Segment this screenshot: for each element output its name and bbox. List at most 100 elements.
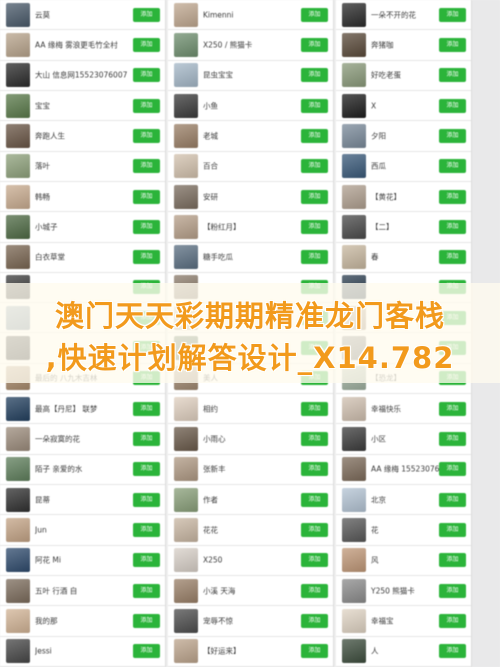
add-button[interactable]: 添加 xyxy=(439,219,466,234)
avatar[interactable] xyxy=(342,487,366,512)
avatar[interactable] xyxy=(342,517,366,542)
avatar[interactable] xyxy=(342,154,366,179)
add-button[interactable]: 添加 xyxy=(301,219,328,234)
avatar[interactable] xyxy=(342,639,366,664)
list-item[interactable]: 一朵不开的花 添加 xyxy=(336,0,471,31)
avatar[interactable] xyxy=(174,639,198,664)
list-item[interactable]: 宠辱不惊 添加 xyxy=(168,606,333,637)
add-button[interactable]: 添加 xyxy=(439,250,466,265)
avatar[interactable] xyxy=(342,214,366,239)
add-button[interactable]: 添加 xyxy=(301,68,328,83)
add-button[interactable]: 添加 xyxy=(133,644,160,659)
list-item[interactable]: 奔跑人生 添加 xyxy=(0,121,165,152)
avatar[interactable] xyxy=(174,427,198,452)
add-button[interactable]: 添加 xyxy=(301,492,328,507)
list-item[interactable]: 幸福宝 添加 xyxy=(336,606,471,637)
avatar[interactable] xyxy=(6,427,30,452)
list-item[interactable]: 小鱼 添加 xyxy=(168,90,333,122)
list-item[interactable]: 作者 添加 xyxy=(168,485,333,516)
list-item[interactable]: 五叶 行酒 自 添加 xyxy=(0,575,165,607)
avatar[interactable] xyxy=(6,63,30,88)
avatar[interactable] xyxy=(6,578,30,603)
avatar[interactable] xyxy=(174,396,198,421)
list-item[interactable]: AA 缘梅 15523076007 添加 xyxy=(336,454,471,485)
avatar[interactable] xyxy=(6,154,30,179)
avatar[interactable] xyxy=(6,93,30,118)
add-button[interactable]: 添加 xyxy=(301,583,328,598)
list-item[interactable]: 小区 添加 xyxy=(336,424,471,455)
list-item[interactable]: 昆虫宝宝 添加 xyxy=(168,60,333,91)
add-button[interactable]: 添加 xyxy=(133,7,160,22)
add-button[interactable]: 添加 xyxy=(301,250,328,265)
add-button[interactable]: 添加 xyxy=(439,98,466,113)
add-button[interactable]: 添加 xyxy=(301,7,328,22)
add-button[interactable]: 添加 xyxy=(133,37,160,52)
add-button[interactable]: 添加 xyxy=(133,401,160,416)
list-item[interactable]: 【黄花】 添加 xyxy=(336,181,471,213)
add-button[interactable]: 添加 xyxy=(439,68,466,83)
list-item[interactable]: 安研 添加 xyxy=(168,181,333,213)
list-item[interactable]: Kimenni 添加 xyxy=(168,0,333,31)
list-item[interactable]: 好吃老蛋 添加 xyxy=(336,60,471,91)
add-button[interactable]: 添加 xyxy=(133,159,160,174)
list-item[interactable]: 相约 添加 xyxy=(168,394,333,425)
add-button[interactable]: 添加 xyxy=(133,219,160,234)
list-item[interactable]: X 添加 xyxy=(336,90,471,122)
list-item[interactable]: 小雨心 添加 xyxy=(168,424,333,455)
list-item[interactable]: 落叶 添加 xyxy=(0,151,165,182)
add-button[interactable]: 添加 xyxy=(301,189,328,204)
add-button[interactable]: 添加 xyxy=(439,159,466,174)
list-item[interactable]: AA 缘梅 雾浪更毛竹全村 添加 xyxy=(0,30,165,61)
avatar[interactable] xyxy=(342,63,366,88)
add-button[interactable]: 添加 xyxy=(439,644,466,659)
list-item[interactable]: X250 / 熊猫卡 添加 xyxy=(168,30,333,61)
list-item[interactable]: 风 添加 xyxy=(336,545,471,576)
avatar[interactable] xyxy=(6,184,30,209)
list-item[interactable]: 【粉红月】 添加 xyxy=(168,212,333,243)
add-button[interactable]: 添加 xyxy=(133,613,160,628)
add-button[interactable]: 添加 xyxy=(439,37,466,52)
add-button[interactable]: 添加 xyxy=(133,250,160,265)
avatar[interactable] xyxy=(342,396,366,421)
list-item[interactable]: 陌子 亲爱的水 添加 xyxy=(0,454,165,485)
add-button[interactable]: 添加 xyxy=(133,522,160,537)
list-item[interactable]: 西瓜 添加 xyxy=(336,151,471,182)
add-button[interactable]: 添加 xyxy=(133,128,160,143)
list-item[interactable]: 韩畅 添加 xyxy=(0,181,165,213)
avatar[interactable] xyxy=(174,487,198,512)
add-button[interactable]: 添加 xyxy=(301,462,328,477)
add-button[interactable]: 添加 xyxy=(439,583,466,598)
add-button[interactable]: 添加 xyxy=(133,68,160,83)
add-button[interactable]: 添加 xyxy=(133,462,160,477)
add-button[interactable]: 添加 xyxy=(133,189,160,204)
add-button[interactable]: 添加 xyxy=(301,98,328,113)
avatar[interactable] xyxy=(342,93,366,118)
add-button[interactable]: 添加 xyxy=(133,432,160,447)
avatar[interactable] xyxy=(6,2,30,27)
avatar[interactable] xyxy=(6,639,30,664)
avatar[interactable] xyxy=(6,548,30,573)
avatar[interactable] xyxy=(342,548,366,573)
avatar[interactable] xyxy=(342,32,366,57)
add-button[interactable]: 添加 xyxy=(439,553,466,568)
avatar[interactable] xyxy=(174,245,198,270)
list-item[interactable]: 糖手吃瓜 添加 xyxy=(168,242,333,273)
list-item[interactable]: 【二】 添加 xyxy=(336,212,471,243)
list-item[interactable]: 春 添加 xyxy=(336,242,471,273)
avatar[interactable] xyxy=(6,457,30,482)
avatar[interactable] xyxy=(342,457,366,482)
avatar[interactable] xyxy=(174,123,198,148)
avatar[interactable] xyxy=(6,245,30,270)
add-button[interactable]: 添加 xyxy=(439,492,466,507)
list-item[interactable]: 张新丰 添加 xyxy=(168,454,333,485)
list-item[interactable]: 一朵寂寞的花 添加 xyxy=(0,424,165,455)
add-button[interactable]: 添加 xyxy=(301,613,328,628)
list-item[interactable]: 花 添加 xyxy=(336,515,471,546)
add-button[interactable]: 添加 xyxy=(133,583,160,598)
list-item[interactable]: 我的那 添加 xyxy=(0,606,165,637)
add-button[interactable]: 添加 xyxy=(439,613,466,628)
list-item[interactable]: 白衣草堂 添加 xyxy=(0,242,165,273)
avatar[interactable] xyxy=(174,63,198,88)
list-item[interactable]: Jun 添加 xyxy=(0,515,165,546)
avatar[interactable] xyxy=(174,578,198,603)
